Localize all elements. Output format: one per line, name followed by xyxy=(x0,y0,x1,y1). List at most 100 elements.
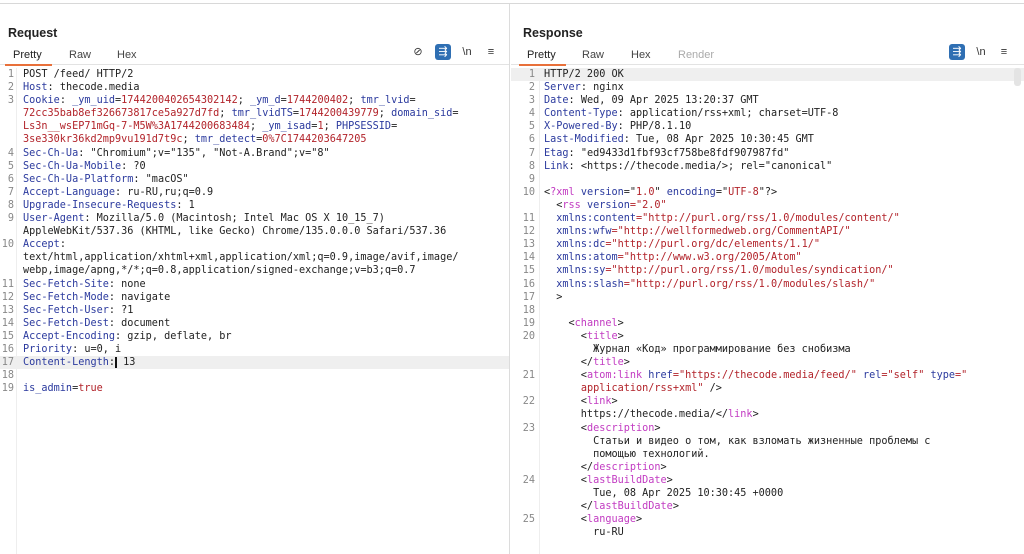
code-token xyxy=(544,226,556,237)
line-number: 6 xyxy=(0,173,14,186)
newline-icon[interactable]: \n xyxy=(459,44,475,60)
line-text: xmlns:content="http://purl.org/rss/1.0/m… xyxy=(544,212,900,225)
tab-pretty[interactable]: Pretty xyxy=(13,49,42,61)
code-line: 6Last-Modified: Tue, 08 Apr 2025 10:30:4… xyxy=(511,133,1024,146)
tab-render[interactable]: Render xyxy=(678,49,714,61)
tab-pretty[interactable]: Pretty xyxy=(527,49,556,61)
code-line: 3Date: Wed, 09 Apr 2025 13:20:37 GMT xyxy=(511,94,1024,107)
code-token: < xyxy=(544,200,562,211)
code-token: < xyxy=(544,423,587,434)
line-number: 4 xyxy=(0,147,14,160)
response-editor[interactable]: 1HTTP/2 200 OK2Server: nginx3Date: Wed, … xyxy=(511,68,1024,554)
code-line: </description> xyxy=(511,461,1024,474)
code-line: <rss version="2.0" xyxy=(511,199,1024,212)
line-number: 25 xyxy=(519,513,535,526)
code-token: _ym_isad xyxy=(262,121,311,132)
code-token: Sec-Fetch-Dest xyxy=(23,318,109,329)
code-token: _ym_uid xyxy=(72,95,115,106)
hide-eye-icon[interactable]: ⊘ xyxy=(410,44,426,60)
tab-hex[interactable]: Hex xyxy=(117,49,137,61)
newline-icon[interactable]: \n xyxy=(973,44,989,60)
menu-icon[interactable]: ≡ xyxy=(996,44,1012,60)
line-text: 72cc35bab8ef326673817ce5a927d7fd; tmr_lv… xyxy=(23,107,459,120)
line-number: 4 xyxy=(519,107,535,120)
line-text: Date: Wed, 09 Apr 2025 13:20:37 GMT xyxy=(544,94,759,107)
tab-raw[interactable]: Raw xyxy=(69,49,91,61)
code-token: Link xyxy=(544,161,569,172)
tab-raw[interactable]: Raw xyxy=(582,49,604,61)
line-text: Content-Type: application/rss+xml; chars… xyxy=(544,107,838,120)
code-token: 1744200402 xyxy=(287,95,348,106)
code-token: Cookie xyxy=(23,95,60,106)
code-token: помощью технологий. xyxy=(544,449,710,460)
code-token: 72cc35bab8ef326673817ce5a927d7fd xyxy=(23,108,219,119)
line-text: xmlns:slash="http://purl.org/rss/1.0/mod… xyxy=(544,278,875,291)
code-line: </lastBuildDate> xyxy=(511,500,1024,513)
line-text: <lastBuildDate> xyxy=(544,474,673,487)
code-token: Статьи и видео о том, как взломать жизне… xyxy=(544,436,930,447)
code-line: 3Cookie: _ym_uid=1744200402654302142; _y… xyxy=(0,94,509,107)
code-token: : nginx xyxy=(581,82,624,93)
line-text: Статьи и видео о том, как взломать жизне… xyxy=(544,435,930,448)
code-line: 15 xmlns:sy="http://purl.org/rss/1.0/mod… xyxy=(511,264,1024,277)
code-token: POST /feed/ HTTP/2 xyxy=(23,69,133,80)
code-token: Sec-Ch-Ua-Platform xyxy=(23,174,133,185)
code-line: 10Accept: xyxy=(0,238,509,251)
line-text: <channel> xyxy=(544,317,624,330)
wrap-lines-icon[interactable]: ⇶ xyxy=(949,44,965,60)
code-line: 5Sec-Ch-Ua-Mobile: ?0 xyxy=(0,160,509,173)
code-token: < xyxy=(544,396,587,407)
line-number: 19 xyxy=(0,382,14,395)
code-token: < xyxy=(544,370,587,381)
wrap-lines-icon[interactable]: ⇶ xyxy=(435,44,451,60)
request-editor[interactable]: 1POST /feed/ HTTP/22Host: thecode.media3… xyxy=(0,68,509,554)
code-token: : <https://thecode.media/>; rel="canonic… xyxy=(569,161,833,172)
code-token: version xyxy=(581,187,624,198)
line-text: </lastBuildDate> xyxy=(544,500,679,513)
code-line: 21 <atom:link href="https://thecode.medi… xyxy=(511,369,1024,382)
code-token: link xyxy=(728,409,753,420)
code-token: > xyxy=(544,292,562,303)
code-token: > xyxy=(654,423,660,434)
code-token: version xyxy=(587,200,630,211)
code-token: : "macOS" xyxy=(133,174,188,185)
code-line: 14 xmlns:atom="http://www.w3.org/2005/At… xyxy=(511,251,1024,264)
line-text: text/html,application/xhtml+xml,applicat… xyxy=(23,251,458,264)
code-line: 12Sec-Fetch-Mode: navigate xyxy=(0,291,509,304)
code-token: > xyxy=(661,462,667,473)
line-text: </title> xyxy=(544,356,630,369)
code-line: Журнал «Код» программирование без снобиз… xyxy=(511,343,1024,356)
line-text: xmlns:dc="http://purl.org/dc/elements/1.… xyxy=(544,238,820,251)
line-text: Sec-Fetch-Dest: document xyxy=(23,317,170,330)
code-line: 11 xmlns:content="http://purl.org/rss/1.… xyxy=(511,212,1024,225)
code-token: Host xyxy=(23,82,48,93)
line-text: <?xml version="1.0" encoding="UTF-8"?> xyxy=(544,186,777,199)
code-token: = xyxy=(391,121,397,132)
code-token: : 1 xyxy=(176,200,194,211)
code-token: : ru-RU,ru;q=0.9 xyxy=(115,187,213,198)
code-token: ="self" xyxy=(881,370,924,381)
scrollbar-thumb[interactable] xyxy=(1014,68,1021,86)
line-text: помощью технологий. xyxy=(544,448,710,461)
code-token: true xyxy=(78,383,103,394)
menu-icon[interactable]: ≡ xyxy=(483,44,499,60)
code-token: < xyxy=(544,331,587,342)
code-token: Accept-Language xyxy=(23,187,115,198)
line-text: Host: thecode.media xyxy=(23,81,140,94)
code-token xyxy=(544,252,556,263)
code-token: xmlns:atom xyxy=(556,252,617,263)
code-token: lastBuildDate xyxy=(593,501,673,512)
code-line: ru-RU xyxy=(511,526,1024,539)
line-text: Sec-Ch-Ua-Platform: "macOS" xyxy=(23,173,189,186)
code-token: language xyxy=(587,514,636,525)
code-line: 4Sec-Ch-Ua: "Chromium";v="135", "Not-A.B… xyxy=(0,147,509,160)
code-token: ="http://purl.org/rss/1.0/modules/conten… xyxy=(636,213,900,224)
code-line: 18 xyxy=(0,369,509,382)
code-token: : u=0, i xyxy=(72,344,121,355)
tab-hex[interactable]: Hex xyxy=(631,49,651,61)
line-text: User-Agent: Mozilla/5.0 (Macintosh; Inte… xyxy=(23,212,385,225)
code-token: AppleWebKit/537.36 (KHTML, like Gecko) C… xyxy=(23,226,446,237)
code-token: Журнал «Код» программирование без снобиз… xyxy=(544,344,851,355)
code-token: domain_sid xyxy=(391,108,452,119)
line-number: 21 xyxy=(519,369,535,382)
